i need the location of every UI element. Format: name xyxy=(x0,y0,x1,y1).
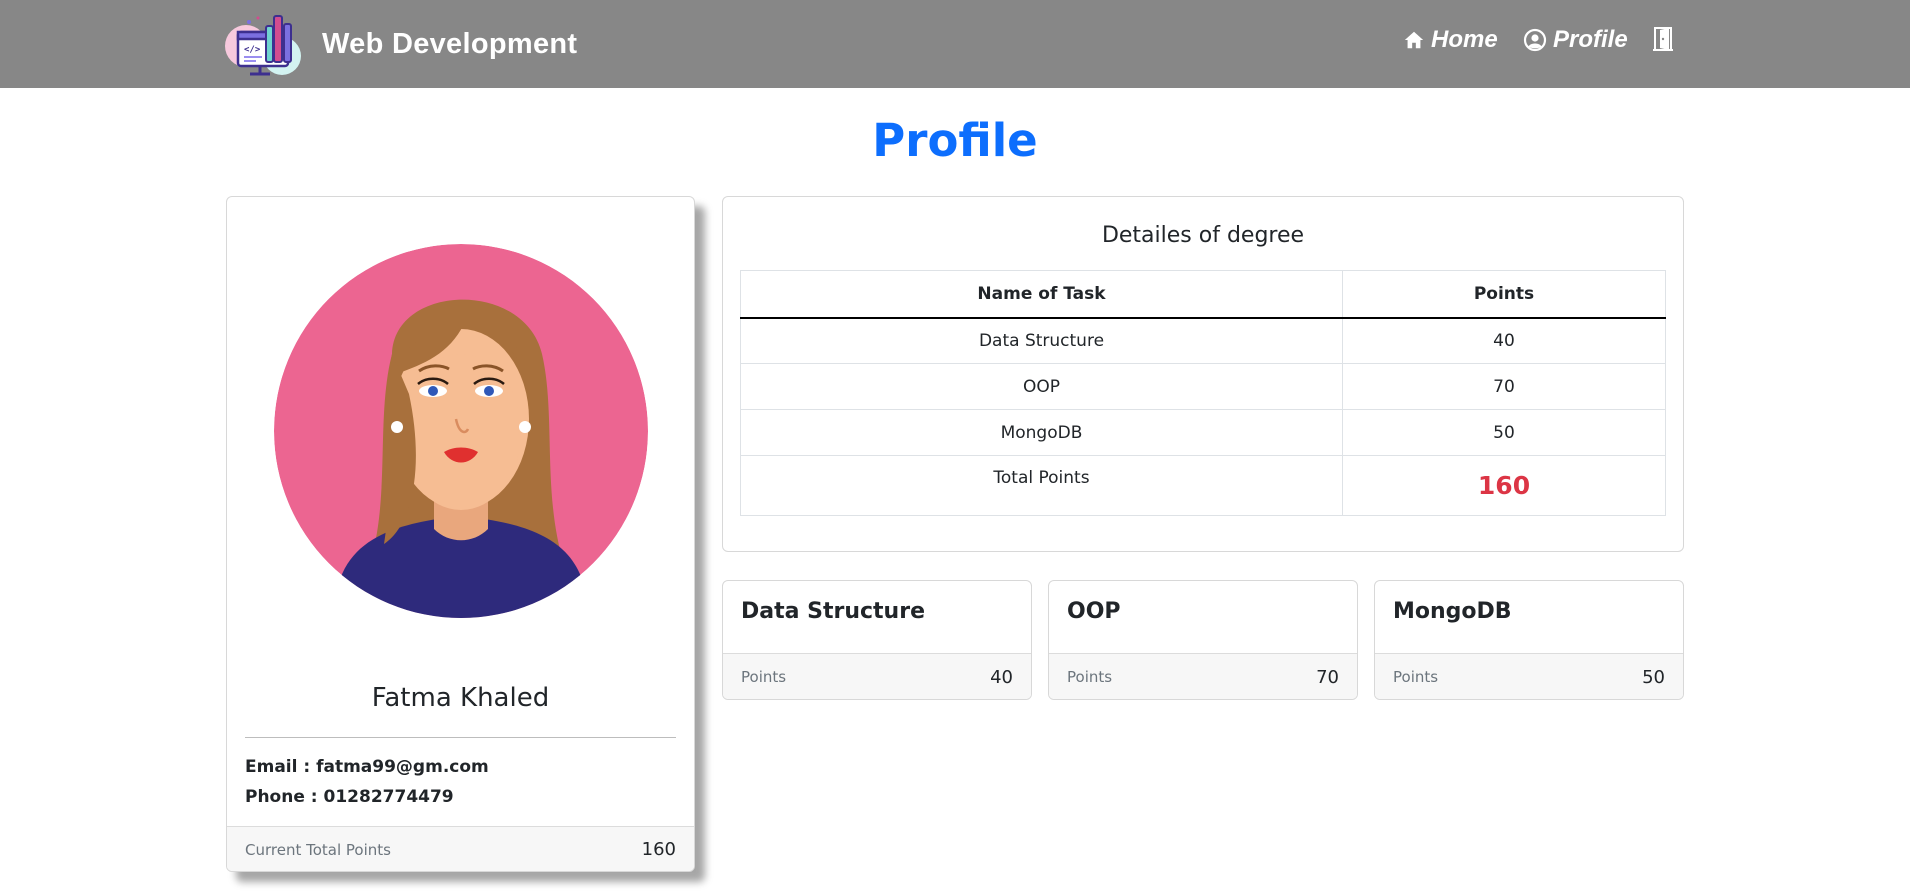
task-points-value: 50 xyxy=(1642,666,1665,688)
total-points-label: Total Points xyxy=(740,455,1343,516)
table-row: Data Structure 40 xyxy=(740,317,1666,364)
email-value: fatma99@gm.com xyxy=(316,757,489,777)
profile-divider xyxy=(245,737,676,738)
table-row: OOP 70 xyxy=(740,363,1666,410)
phone-label: Phone : xyxy=(245,787,324,807)
logout-button[interactable] xyxy=(1652,26,1680,52)
table-header-row: Name of Task Points xyxy=(740,270,1666,319)
nav-profile-link[interactable]: Profile xyxy=(1523,26,1628,54)
profile-card: Fatma Khaled Email : fatma99@gm.com Phon… xyxy=(226,196,695,872)
task-points-cell: 50 xyxy=(1342,409,1666,456)
task-card-mongodb: MongoDB Points 50 xyxy=(1374,580,1684,700)
task-card-title: OOP xyxy=(1067,599,1121,624)
task-points-value: 40 xyxy=(990,666,1013,688)
task-name-cell: OOP xyxy=(740,363,1343,410)
page-title: Profile xyxy=(872,114,1038,167)
column-header-points: Points xyxy=(1342,270,1666,319)
task-card-title: Data Structure xyxy=(741,599,925,624)
phone-value: 01282774479 xyxy=(323,787,454,807)
degree-details-title: Detailes of degree xyxy=(1101,223,1305,248)
user-circle-icon xyxy=(1523,28,1547,52)
task-points-label: Points xyxy=(741,668,787,686)
phone-line: Phone : 01282774479 xyxy=(245,787,454,807)
nav-links: Home Profile xyxy=(0,26,1910,62)
degree-table: Name of Task Points Data Structure 40 OO… xyxy=(740,270,1666,516)
profile-card-footer: Current Total Points 160 xyxy=(227,826,694,871)
profile-name: Fatma Khaled xyxy=(371,683,550,713)
task-name-cell: MongoDB xyxy=(740,409,1343,456)
task-points-cell: 70 xyxy=(1342,363,1666,410)
column-header-task: Name of Task xyxy=(740,270,1343,319)
task-points-value: 70 xyxy=(1316,666,1339,688)
email-line: Email : fatma99@gm.com xyxy=(245,757,489,777)
nav-home-link[interactable]: Home xyxy=(1403,26,1498,54)
task-points-label: Points xyxy=(1393,668,1439,686)
navbar: </> Web Development Home Profile xyxy=(0,0,1910,88)
home-icon xyxy=(1404,31,1424,49)
task-points-label: Points xyxy=(1067,668,1113,686)
current-total-points-value: 160 xyxy=(641,839,676,860)
total-points-value: 160 xyxy=(1342,455,1666,516)
email-label: Email : xyxy=(245,757,317,777)
nav-profile-label: Profile xyxy=(1553,26,1628,53)
task-card-data-structure: Data Structure Points 40 xyxy=(722,580,1032,700)
door-exit-icon xyxy=(1653,27,1673,51)
task-card-footer: Points 50 xyxy=(1375,653,1683,699)
total-row: Total Points 160 xyxy=(740,455,1666,516)
nav-home-label: Home xyxy=(1431,26,1498,53)
task-card-footer: Points 70 xyxy=(1049,653,1357,699)
task-card-footer: Points 40 xyxy=(723,653,1031,699)
task-card-oop: OOP Points 70 xyxy=(1048,580,1358,700)
task-name-cell: Data Structure xyxy=(740,317,1343,364)
degree-details-card: Detailes of degree Name of Task Points D… xyxy=(722,196,1684,552)
current-total-points-label: Current Total Points xyxy=(245,840,391,859)
task-points-cell: 40 xyxy=(1342,317,1666,364)
table-row: MongoDB 50 xyxy=(740,409,1666,456)
avatar xyxy=(274,244,648,618)
task-card-title: MongoDB xyxy=(1393,599,1512,624)
